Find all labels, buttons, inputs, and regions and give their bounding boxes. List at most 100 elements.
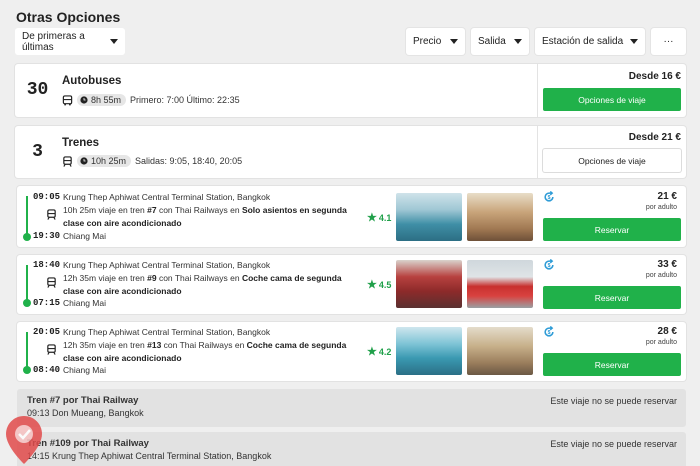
unavailable-sub: 14:15 Krung Thep Aphiwat Central Termina… <box>27 451 272 461</box>
arrival-dot <box>23 299 31 307</box>
trip-price: 28 € <box>657 326 677 337</box>
arrival-station: Chiang Mai <box>63 365 106 375</box>
arrival-dot <box>23 366 31 374</box>
bus-duration: 8h 55m <box>91 95 122 105</box>
departure-time: 20:05 <box>33 327 61 337</box>
flexible-ticket-icon: $ <box>544 326 554 337</box>
train-options-button[interactable]: Opciones de viaje <box>543 149 681 172</box>
bus-title: Autobuses <box>62 75 122 87</box>
flexible-ticket-icon: $ <box>544 259 554 270</box>
trip-price: 33 € <box>657 259 677 270</box>
bus-price: Desde 16 € <box>628 71 681 82</box>
bus-meta: 8h 55m Primero: 7:00 Último: 22:35 <box>62 94 240 106</box>
chevron-down-icon <box>630 39 638 44</box>
rating: ★ 4.1 <box>367 212 392 224</box>
duration-pill: 10h 25m <box>77 155 132 167</box>
unavailable-note: Este viaje no se puede reservar <box>550 439 677 449</box>
page-title: Otras Opciones <box>16 9 121 25</box>
unavailable-trip: Tren #109 por Thai Railway 14:15 Krung T… <box>17 432 686 466</box>
clock-icon <box>80 157 88 165</box>
svg-text:$: $ <box>548 195 551 201</box>
departure-station: Krung Thep Aphiwat Central Terminal Stat… <box>63 192 271 202</box>
filter-precio[interactable]: Precio <box>406 28 465 55</box>
cabin-photo[interactable] <box>396 327 462 375</box>
trip-description: 10h 25m viaje en tren #7 con Thai Railwa… <box>63 205 347 228</box>
filter-label: Precio <box>413 36 442 47</box>
train-duration: 10h 25m <box>91 156 127 166</box>
arrival-station: Chiang Mai <box>63 231 106 241</box>
flexible-ticket-icon: $ <box>544 191 554 202</box>
bus-options-button[interactable]: Opciones de viaje <box>543 88 681 111</box>
unavailable-trip: Tren #7 por Thai Railway 09:13 Don Muean… <box>17 389 686 427</box>
train-icon <box>63 155 72 167</box>
star-icon: ★ <box>367 212 377 224</box>
trip-card[interactable]: 20:05 Krung Thep Aphiwat Central Termina… <box>17 322 686 381</box>
trip-card[interactable]: 09:05 Krung Thep Aphiwat Central Termina… <box>17 186 686 247</box>
per-adult: por adulto <box>645 339 677 346</box>
filter-salida[interactable]: Salida <box>471 28 529 55</box>
reserve-button[interactable]: Reservar <box>543 218 681 241</box>
svg-text:$: $ <box>548 263 551 269</box>
train-icon <box>47 344 56 355</box>
chevron-down-icon <box>110 39 118 44</box>
per-adult: por adulto <box>645 272 677 279</box>
svg-text:$: $ <box>548 330 551 336</box>
timeline <box>26 332 28 369</box>
rating: ★ 4.2 <box>367 346 392 358</box>
trip-description: 12h 35m viaje en tren #9 con Thai Railwa… <box>63 273 342 296</box>
unavailable-title: Tren #7 por Thai Railway <box>27 395 139 406</box>
timeline <box>26 196 28 236</box>
more-button[interactable]: ··· <box>651 28 686 55</box>
star-icon: ★ <box>367 346 377 358</box>
seat-photo[interactable] <box>467 193 533 241</box>
filter-label: Estación de salida <box>542 36 624 47</box>
train-icon <box>47 277 56 288</box>
arrival-station: Chiang Mai <box>63 298 106 308</box>
trip-description: 12h 35m viaje en tren #13 con Thai Railw… <box>63 340 347 363</box>
chevron-down-icon <box>450 39 458 44</box>
trip-price: 21 € <box>657 191 677 202</box>
arrival-time: 07:15 <box>33 298 61 308</box>
train-count: 3 <box>32 142 43 162</box>
train-photo[interactable] <box>467 260 533 308</box>
train-title: Trenes <box>62 137 100 149</box>
divider <box>537 64 538 117</box>
rating: ★ 4.5 <box>367 279 392 291</box>
cabin-photo[interactable] <box>396 260 462 308</box>
summary-card-train[interactable]: 3 Trenes 10h 25m Salidas: 9:05, 18:40, 2… <box>15 126 686 178</box>
cabin-photo[interactable] <box>467 327 533 375</box>
per-adult: por adulto <box>645 204 677 211</box>
bus-schedule: Primero: 7:00 Último: 22:35 <box>130 95 240 105</box>
trip-card[interactable]: 18:40 Krung Thep Aphiwat Central Termina… <box>17 255 686 314</box>
sort-dropdown[interactable]: De primeras a últimas <box>15 28 125 55</box>
chevron-down-icon <box>514 39 522 44</box>
arrival-dot <box>23 233 31 241</box>
sort-label: De primeras a últimas <box>22 30 85 53</box>
clock-icon <box>80 96 88 104</box>
unavailable-note: Este viaje no se puede reservar <box>550 396 677 406</box>
train-meta: 10h 25m Salidas: 9:05, 18:40, 20:05 <box>62 155 242 167</box>
bus-count: 30 <box>26 80 49 100</box>
arrival-time: 08:40 <box>33 365 61 375</box>
seat-photo[interactable] <box>396 193 462 241</box>
departure-time: 18:40 <box>33 260 61 270</box>
departure-station: Krung Thep Aphiwat Central Terminal Stat… <box>63 260 271 270</box>
bus-icon <box>62 94 73 105</box>
star-icon: ★ <box>367 279 377 291</box>
reserve-button[interactable]: Reservar <box>543 286 681 309</box>
divider <box>537 126 538 178</box>
summary-card-bus[interactable]: 30 Autobuses 8h 55m Primero: 7:00 Último… <box>15 64 686 117</box>
watermark-logo-icon <box>6 416 42 464</box>
departure-station: Krung Thep Aphiwat Central Terminal Stat… <box>63 327 271 337</box>
departure-time: 09:05 <box>33 192 61 202</box>
filter-label: Salida <box>478 36 506 47</box>
more-label: ··· <box>663 36 674 47</box>
train-price: Desde 21 € <box>628 132 681 143</box>
arrival-time: 19:30 <box>33 231 61 241</box>
timeline <box>26 265 28 302</box>
train-schedule: Salidas: 9:05, 18:40, 20:05 <box>135 156 243 166</box>
filter-estacion[interactable]: Estación de salida <box>535 28 645 55</box>
duration-pill: 8h 55m <box>77 94 127 106</box>
train-icon <box>47 209 56 220</box>
reserve-button[interactable]: Reservar <box>543 353 681 376</box>
